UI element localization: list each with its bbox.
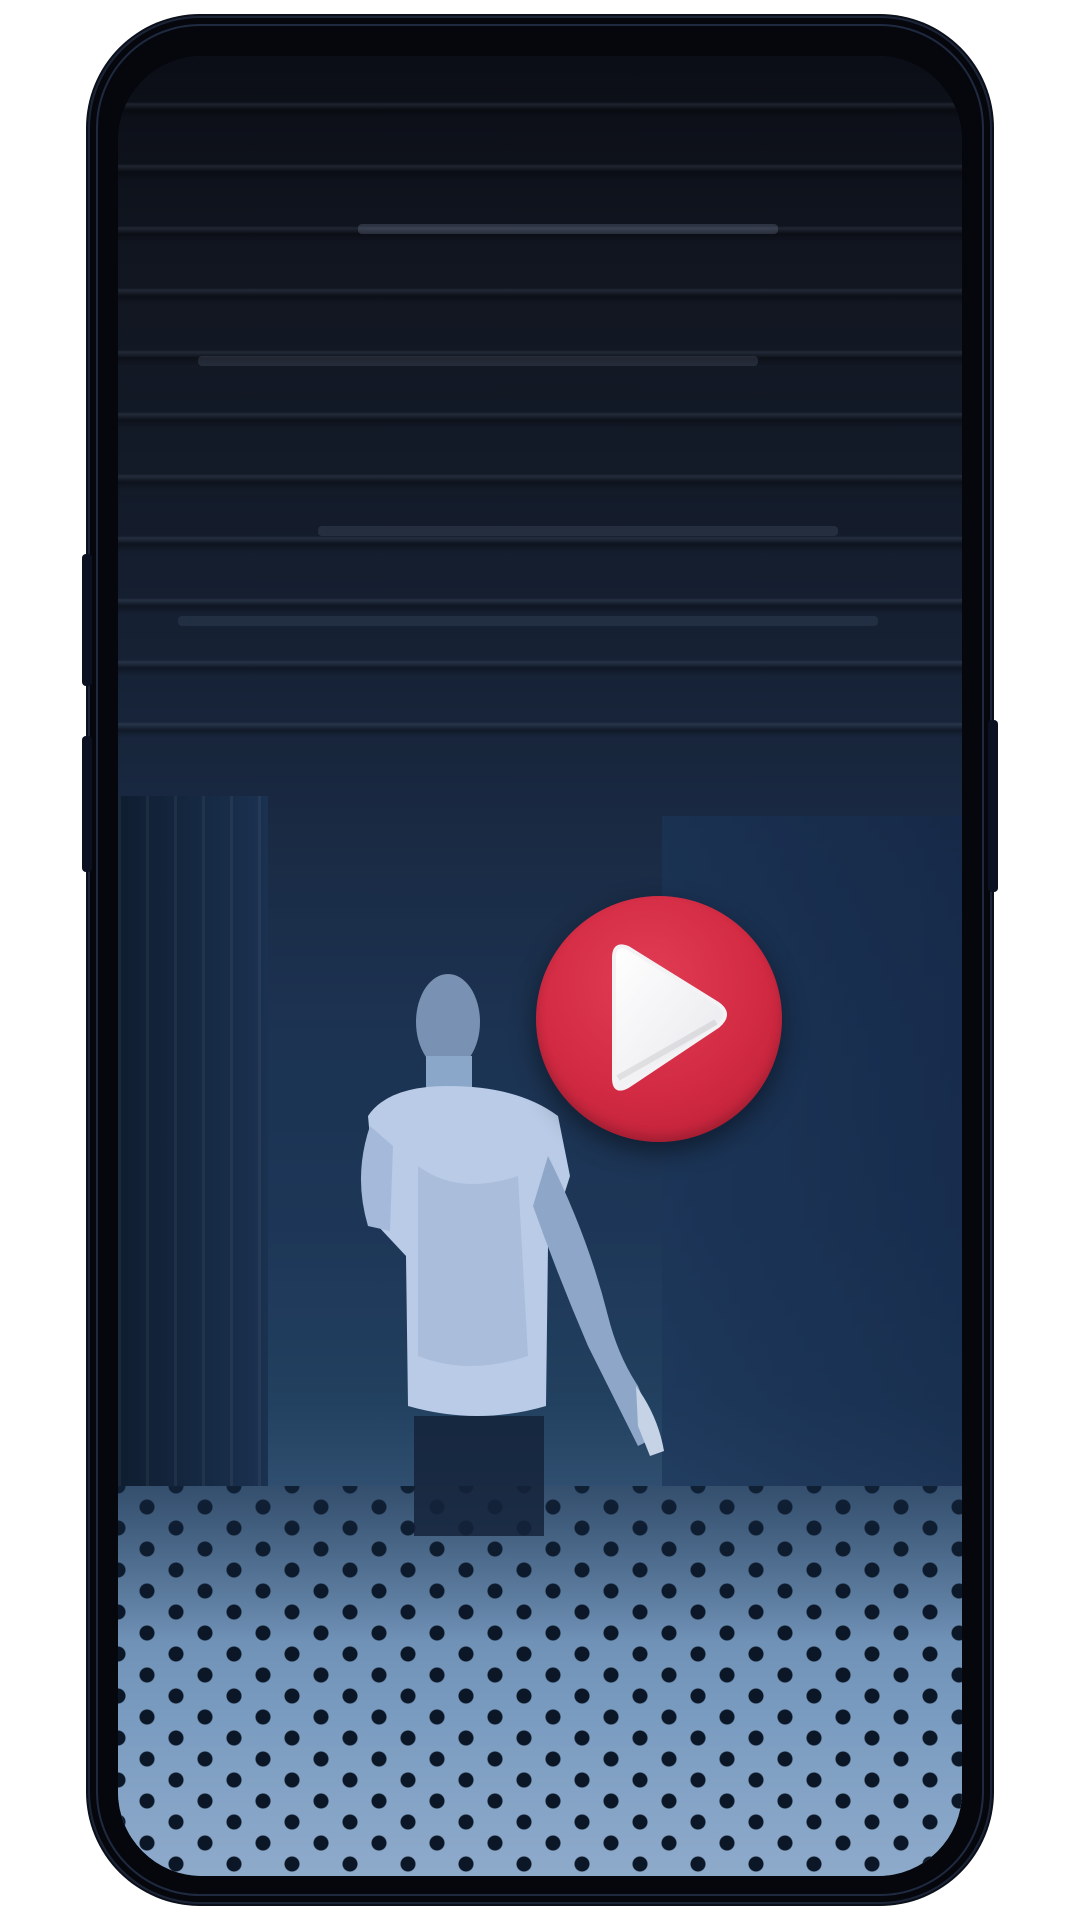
phone-screen [118, 56, 962, 1876]
volume-down-button [82, 736, 92, 872]
volume-up-button [82, 554, 92, 686]
play-icon [612, 944, 727, 1091]
play-button[interactable] [536, 896, 782, 1142]
power-button [988, 720, 998, 892]
